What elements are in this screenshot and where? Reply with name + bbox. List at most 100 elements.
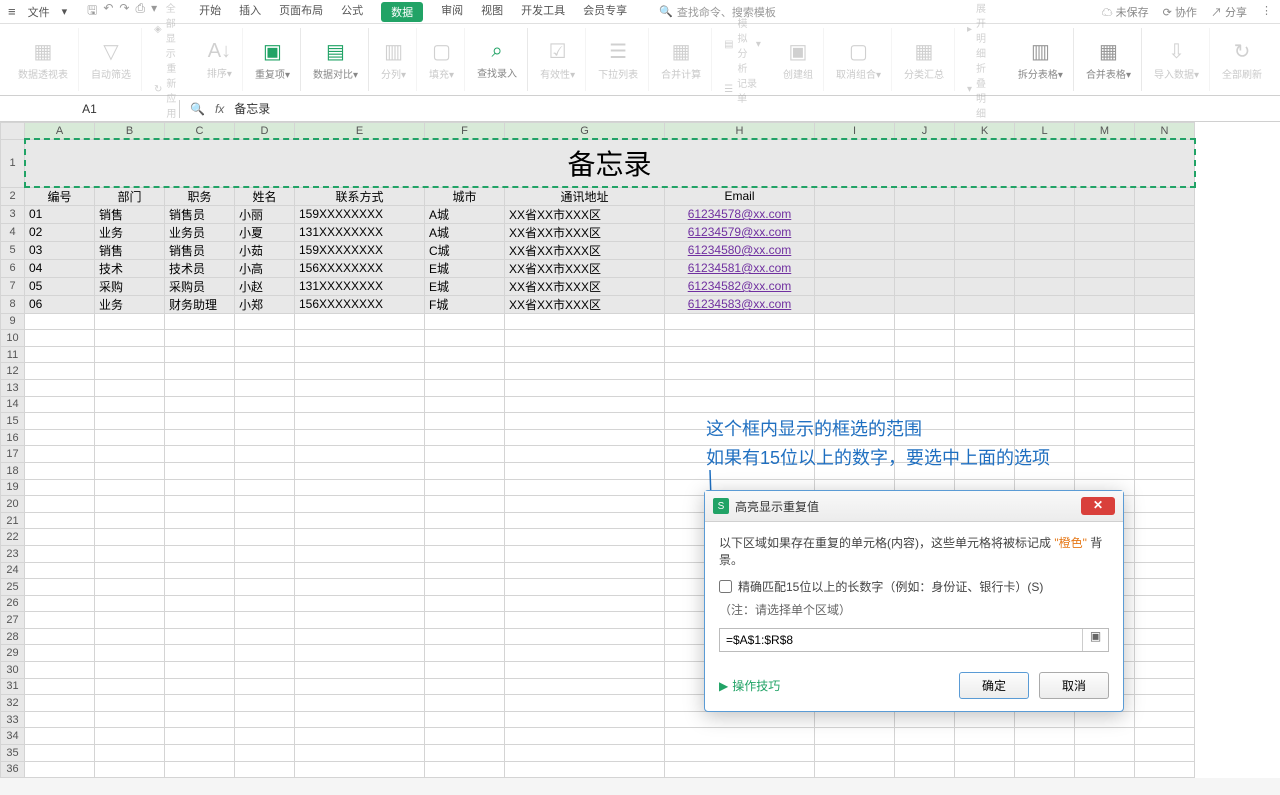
row-header-11[interactable]: 11 xyxy=(1,346,25,363)
empty-cell[interactable] xyxy=(235,579,295,596)
empty-cell[interactable] xyxy=(1135,413,1195,430)
empty-cell[interactable] xyxy=(95,529,165,546)
data-cell[interactable] xyxy=(815,241,895,259)
empty-cell[interactable] xyxy=(1135,429,1195,446)
empty-cell[interactable] xyxy=(895,396,955,413)
empty-cell[interactable] xyxy=(425,346,505,363)
refresh-button[interactable]: ↻全部刷新 xyxy=(1212,28,1272,91)
data-cell[interactable] xyxy=(1015,295,1075,313)
data-cell[interactable]: XX省XX市XXX区 xyxy=(505,205,665,223)
empty-cell[interactable] xyxy=(295,429,425,446)
empty-cell[interactable] xyxy=(505,645,665,662)
header-cell[interactable] xyxy=(1075,187,1135,205)
empty-cell[interactable] xyxy=(235,396,295,413)
empty-cell[interactable] xyxy=(505,761,665,778)
row-header-5[interactable]: 5 xyxy=(1,241,25,259)
empty-cell[interactable] xyxy=(95,496,165,513)
empty-cell[interactable] xyxy=(1075,462,1135,479)
empty-cell[interactable] xyxy=(895,745,955,762)
empty-cell[interactable] xyxy=(1075,396,1135,413)
data-cell[interactable]: 采购员 xyxy=(165,277,235,295)
qat-undo-icon[interactable]: ↶ xyxy=(103,1,113,22)
data-cell[interactable] xyxy=(1075,205,1135,223)
data-cell[interactable]: 131XXXXXXXX xyxy=(295,277,425,295)
data-cell[interactable] xyxy=(1135,259,1195,277)
data-cell[interactable] xyxy=(1075,223,1135,241)
empty-cell[interactable] xyxy=(235,695,295,712)
row-header-34[interactable]: 34 xyxy=(1,728,25,745)
tab-会员专享[interactable]: 会员专享 xyxy=(583,2,627,22)
empty-cell[interactable] xyxy=(235,678,295,695)
data-cell[interactable] xyxy=(1135,295,1195,313)
empty-cell[interactable] xyxy=(1015,396,1075,413)
data-cell[interactable]: F城 xyxy=(425,295,505,313)
header-cell[interactable] xyxy=(955,187,1015,205)
empty-cell[interactable] xyxy=(25,545,95,562)
data-cell[interactable] xyxy=(1135,205,1195,223)
empty-cell[interactable] xyxy=(95,413,165,430)
long-number-checkbox-input[interactable] xyxy=(719,580,732,593)
empty-cell[interactable] xyxy=(425,512,505,529)
data-cell[interactable] xyxy=(895,259,955,277)
empty-cell[interactable] xyxy=(425,330,505,347)
empty-cell[interactable] xyxy=(295,529,425,546)
empty-cell[interactable] xyxy=(95,346,165,363)
empty-cell[interactable] xyxy=(1015,313,1075,330)
data-cell[interactable]: A城 xyxy=(425,223,505,241)
col-header-A[interactable]: A xyxy=(25,123,95,140)
empty-cell[interactable] xyxy=(505,413,665,430)
data-cell[interactable]: 159XXXXXXXX xyxy=(295,241,425,259)
merge-table-button[interactable]: ▦合并表格▾ xyxy=(1076,28,1142,91)
empty-cell[interactable] xyxy=(1135,363,1195,380)
empty-cell[interactable] xyxy=(235,595,295,612)
empty-cell[interactable] xyxy=(25,446,95,463)
header-cell[interactable] xyxy=(895,187,955,205)
data-cell[interactable]: 技术 xyxy=(95,259,165,277)
empty-cell[interactable] xyxy=(425,662,505,679)
data-cell[interactable]: 159XXXXXXXX xyxy=(295,205,425,223)
select-all-corner[interactable] xyxy=(1,123,25,140)
data-cell[interactable]: 采购 xyxy=(95,277,165,295)
col-header-C[interactable]: C xyxy=(165,123,235,140)
empty-cell[interactable] xyxy=(425,529,505,546)
empty-cell[interactable] xyxy=(1135,761,1195,778)
close-icon[interactable]: ✕ xyxy=(1081,497,1115,515)
empty-cell[interactable] xyxy=(815,711,895,728)
empty-cell[interactable] xyxy=(1075,346,1135,363)
data-cell[interactable]: XX省XX市XXX区 xyxy=(505,223,665,241)
empty-cell[interactable] xyxy=(665,363,815,380)
empty-cell[interactable] xyxy=(25,711,95,728)
row-header-10[interactable]: 10 xyxy=(1,330,25,347)
empty-cell[interactable] xyxy=(295,446,425,463)
name-box[interactable]: A1 xyxy=(0,100,180,118)
validity-button[interactable]: ☑有效性▾ xyxy=(530,28,586,91)
empty-cell[interactable] xyxy=(295,745,425,762)
tab-公式[interactable]: 公式 xyxy=(341,2,363,22)
data-cell[interactable]: 业务 xyxy=(95,223,165,241)
empty-cell[interactable] xyxy=(95,761,165,778)
empty-cell[interactable] xyxy=(1075,413,1135,430)
empty-cell[interactable] xyxy=(235,479,295,496)
empty-cell[interactable] xyxy=(25,728,95,745)
data-cell[interactable]: XX省XX市XXX区 xyxy=(505,295,665,313)
more-icon[interactable]: ⋮ xyxy=(1261,4,1272,20)
data-cell[interactable]: 销售 xyxy=(95,205,165,223)
data-cell[interactable]: 财务助理 xyxy=(165,295,235,313)
group-remove-button[interactable]: ▢取消组合▾ xyxy=(826,28,892,91)
data-cell[interactable] xyxy=(1075,241,1135,259)
data-cell[interactable] xyxy=(955,295,1015,313)
data-cell[interactable] xyxy=(955,259,1015,277)
data-cell[interactable]: 156XXXXXXXX xyxy=(295,295,425,313)
title-cell[interactable]: 备忘录 xyxy=(25,139,1195,187)
sort-button[interactable]: A↓排序▾ xyxy=(197,28,243,91)
empty-cell[interactable] xyxy=(295,346,425,363)
empty-cell[interactable] xyxy=(95,728,165,745)
empty-cell[interactable] xyxy=(165,595,235,612)
data-cell[interactable]: E城 xyxy=(425,277,505,295)
row-header-27[interactable]: 27 xyxy=(1,612,25,629)
data-cell[interactable] xyxy=(955,205,1015,223)
empty-cell[interactable] xyxy=(235,745,295,762)
empty-cell[interactable] xyxy=(425,496,505,513)
header-cell[interactable] xyxy=(1015,187,1075,205)
row-header-21[interactable]: 21 xyxy=(1,512,25,529)
